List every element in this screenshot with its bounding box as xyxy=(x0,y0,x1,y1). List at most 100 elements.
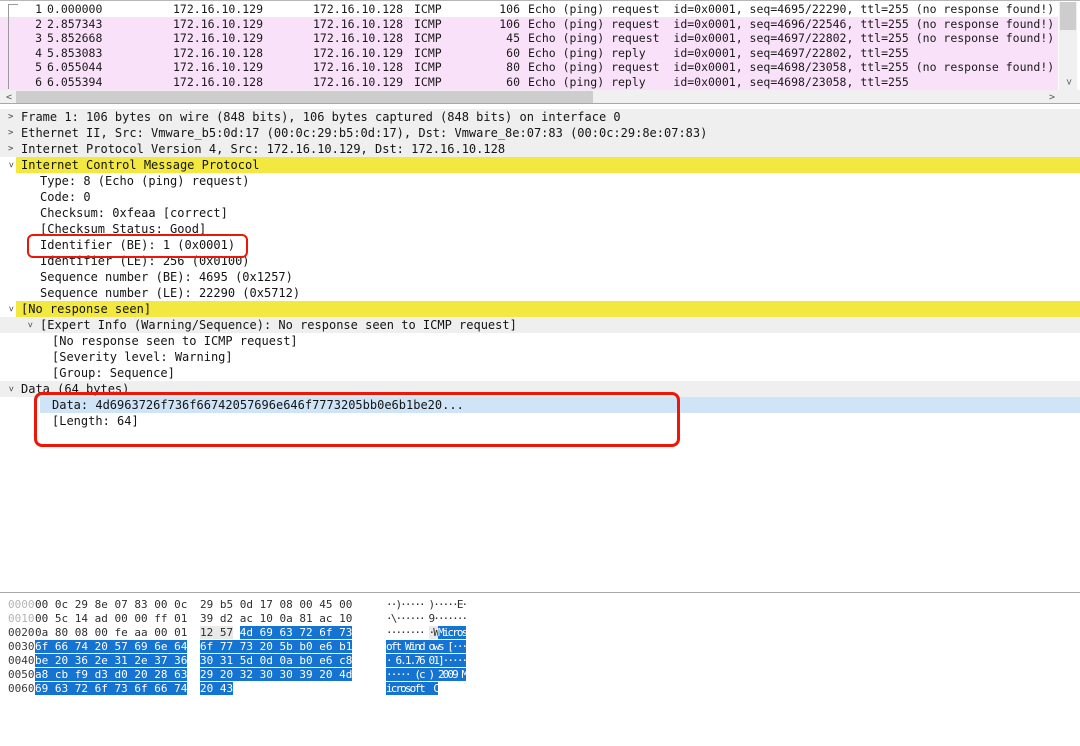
packet-source: 172.16.10.129 xyxy=(173,2,264,16)
scroll-left-icon: < xyxy=(5,92,13,103)
packet-destination: 172.16.10.128 xyxy=(313,2,404,16)
hex-ascii: oft Wind ows [··· xyxy=(386,640,468,654)
hex-row[interactable]: 0020 0a 80 08 00 fe aa 00 01 12 57 4d 69 6… xyxy=(0,626,1080,640)
detail-row[interactable]: > Internet Protocol Version 4, Src: 172.1… xyxy=(0,141,1080,157)
chevron-right-icon[interactable]: > xyxy=(8,141,13,157)
selected-bytes: oft Wind ows [··· xyxy=(386,640,468,653)
chevron-down-icon[interactable]: > xyxy=(6,301,16,317)
bytes: 00 0c 29 8e 07 83 00 0c xyxy=(35,598,188,611)
detail-row[interactable]: [Group: Sequence] xyxy=(0,365,1080,381)
detail-row[interactable]: Identifier (BE): 1 (0x0001) xyxy=(0,237,1080,253)
selected-bytes: a8 cb f9 d3 d0 20 28 63 xyxy=(35,668,188,681)
packet-row[interactable]: 3 5.852668 172.16.10.129 172.16.10.128 ICMP 4… xyxy=(0,31,1058,47)
selected-bytes: icrosoft C xyxy=(386,682,440,695)
packet-no: 1 xyxy=(35,2,42,16)
detail-row[interactable]: Sequence number (BE): 4695 (0x1257) xyxy=(0,269,1080,285)
detail-row[interactable]: > [No response seen] xyxy=(0,301,1080,317)
packet-info: Echo (ping) request id=0x0001, seq=4698/… xyxy=(528,60,1055,75)
packet-row[interactable]: 2 2.857343 172.16.10.129 172.16.10.128 ICMP 1… xyxy=(0,16,1058,32)
bytes: ········ xyxy=(386,626,429,639)
scroll-down-icon: > xyxy=(1063,78,1074,86)
bytes: 39 d2 ac 10 0a 81 ac 10 xyxy=(200,612,353,625)
hex-row[interactable]: 0010 00 5c 14 ad 00 00 ff 01 39 d2 ac 10 0… xyxy=(0,612,1080,626)
packet-row[interactable]: 5 6.055044 172.16.10.129 172.16.10.128 ICMP 8… xyxy=(0,60,1058,76)
hex-bytes-right: 29 20 32 30 30 39 20 4d xyxy=(200,668,353,682)
hex-ascii: ··)····· )·····E· xyxy=(386,598,468,612)
selected-bytes: 30 31 5d 0d 0a b0 e6 c8 xyxy=(200,654,353,667)
detail-row-text: [Severity level: Warning] xyxy=(52,350,233,364)
packet-time: 6.055044 xyxy=(47,60,103,75)
detail-row-text: Frame 1: 106 bytes on wire (848 bits), 1… xyxy=(21,110,621,124)
packet-row[interactable]: 4 5.853083 172.16.10.128 172.16.10.129 ICMP 6… xyxy=(0,45,1058,61)
packet-protocol: ICMP xyxy=(414,16,442,31)
packet-source: 172.16.10.128 xyxy=(173,75,264,89)
detail-row[interactable]: Data: 4d6963726f736f66742057696e646f7773… xyxy=(0,397,1080,413)
detail-row[interactable]: > Ethernet II, Src: Vmware_b5:0d:17 (00:0… xyxy=(0,125,1080,141)
detail-row-text: [Group: Sequence] xyxy=(52,366,175,380)
packet-length: 60 xyxy=(506,75,520,89)
hex-row[interactable]: 0030 6f 66 74 20 57 69 6e 64 6f 77 73 20 5… xyxy=(0,640,1080,654)
selected-bytes: Micros xyxy=(437,626,468,639)
detail-row-text: Ethernet II, Src: Vmware_b5:0d:17 (00:0c… xyxy=(21,126,708,140)
packet-source: 172.16.10.129 xyxy=(173,60,264,75)
detail-row[interactable]: Code: 0 xyxy=(0,189,1080,205)
packet-no: 6 xyxy=(35,75,42,89)
packet-length: 45 xyxy=(506,31,520,46)
detail-row[interactable]: [Length: 64] xyxy=(0,413,1080,429)
v-scrollbar-down-button[interactable]: > xyxy=(1059,74,1077,90)
chevron-right-icon[interactable]: > xyxy=(8,125,13,141)
packet-destination: 172.16.10.128 xyxy=(313,16,404,31)
detail-row[interactable]: [No response seen to ICMP request] xyxy=(0,333,1080,349)
packet-info: Echo (ping) reply id=0x0001, seq=4697/22… xyxy=(528,45,909,60)
detail-row[interactable]: [Checksum Status: Good] xyxy=(0,221,1080,237)
packet-time: 0.000000 xyxy=(47,2,103,16)
chevron-down-icon[interactable]: > xyxy=(6,157,16,173)
detail-row[interactable]: Sequence number (LE): 22290 (0x5712) xyxy=(0,285,1080,301)
detail-row[interactable]: > Internet Control Message Protocol xyxy=(0,157,1080,173)
selected-bytes: · 6.1.76 01]····· xyxy=(386,654,468,667)
detail-row[interactable]: > Data (64 bytes) xyxy=(0,381,1080,397)
chevron-down-icon[interactable]: > xyxy=(6,381,16,397)
packet-row[interactable]: 1 0.000000 172.16.10.129 172.16.10.128 ICMP 1… xyxy=(0,2,1058,17)
hex-offset: 0030 xyxy=(8,640,35,653)
packet-info: Echo (ping) reply id=0x0001, seq=4698/23… xyxy=(528,75,909,89)
hex-row[interactable]: 0050 a8 cb f9 d3 d0 20 28 63 29 20 32 30 3… xyxy=(0,668,1080,682)
hex-bytes-left: be 20 36 2e 31 2e 37 36 xyxy=(35,654,188,668)
detail-row-text: Identifier (BE): 1 (0x0001) xyxy=(40,238,236,252)
packet-no: 5 xyxy=(35,60,42,75)
detail-row[interactable]: > Frame 1: 106 bytes on wire (848 bits), … xyxy=(0,109,1080,125)
packet-details-pane: > Frame 1: 106 bytes on wire (848 bits), … xyxy=(0,103,1080,592)
detail-row-text: [No response seen to ICMP request] xyxy=(52,334,298,348)
detail-row-text: [Length: 64] xyxy=(52,414,139,428)
detail-row-text: Internet Protocol Version 4, Src: 172.16… xyxy=(21,142,506,156)
hex-row[interactable]: 0040 be 20 36 2e 31 2e 37 36 30 31 5d 0d 0… xyxy=(0,654,1080,668)
packet-destination: 172.16.10.129 xyxy=(313,45,404,60)
packet-no: 4 xyxy=(35,45,42,60)
packet-time: 5.853083 xyxy=(47,45,103,60)
detail-row[interactable]: [Severity level: Warning] xyxy=(0,349,1080,365)
detail-row-text: Data: 4d6963726f736f66742057696e646f7773… xyxy=(52,398,464,412)
packet-no: 2 xyxy=(35,16,42,31)
v-scrollbar[interactable]: > xyxy=(1059,2,1077,90)
packet-info: Echo (ping) request id=0x0001, seq=4695/… xyxy=(528,2,1055,16)
detail-row[interactable]: Identifier (LE): 256 (0x0100) xyxy=(0,253,1080,269)
hex-offset: 0000 xyxy=(8,598,35,611)
chevron-down-icon[interactable]: > xyxy=(25,317,35,333)
detail-row-text: Internet Control Message Protocol xyxy=(21,158,260,172)
packet-destination: 172.16.10.129 xyxy=(313,75,404,89)
detail-row[interactable]: Type: 8 (Echo (ping) request) xyxy=(0,173,1080,189)
detail-row[interactable]: > [Expert Info (Warning/Sequence): No res… xyxy=(0,317,1080,333)
hex-row[interactable]: 0060 69 63 72 6f 73 6f 66 74 20 43 icrosoft… xyxy=(0,682,1080,696)
packet-protocol: ICMP xyxy=(414,45,442,60)
packet-row[interactable]: 6 6.055394 172.16.10.128 172.16.10.129 ICMP 6… xyxy=(0,75,1058,90)
packet-time: 2.857343 xyxy=(47,16,103,31)
chevron-right-icon[interactable]: > xyxy=(8,109,13,125)
hex-row[interactable]: 0000 00 0c 29 8e 07 83 00 0c 29 b5 0d 17 0… xyxy=(0,598,1080,612)
packet-destination: 172.16.10.128 xyxy=(313,31,404,46)
v-scrollbar-thumb[interactable] xyxy=(1060,2,1076,30)
packet-length: 80 xyxy=(506,60,520,75)
detail-row[interactable]: Checksum: 0xfeaa [correct] xyxy=(0,205,1080,221)
bytes: 00 5c 14 ad 00 00 ff 01 xyxy=(35,612,188,625)
hex-ascii: ········ ·WMicros xyxy=(386,626,468,640)
packet-source: 172.16.10.128 xyxy=(173,45,264,60)
